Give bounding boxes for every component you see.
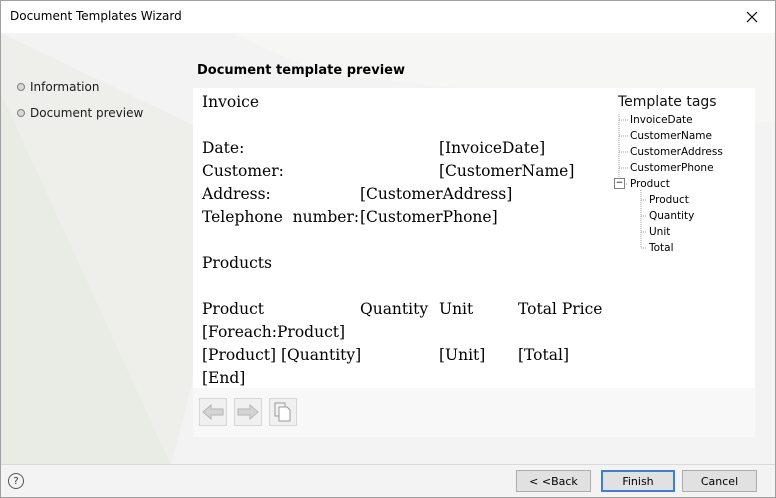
- doc-heading: Invoice: [202, 93, 260, 111]
- step-information[interactable]: Information: [17, 74, 143, 100]
- field-tag: [CustomerName]: [439, 162, 575, 180]
- row-cell: [Total]: [518, 346, 569, 364]
- copy-button[interactable]: [269, 398, 297, 426]
- arrow-right-icon: [237, 404, 259, 420]
- footer-separator: [1, 464, 775, 465]
- tag-child[interactable]: Total: [649, 242, 674, 254]
- tag-item[interactable]: CustomerAddress: [630, 146, 723, 158]
- back-button[interactable]: < <Back: [516, 470, 591, 492]
- copy-icon: [274, 402, 291, 422]
- tag-child[interactable]: Quantity: [649, 210, 694, 222]
- title-bar: Document Templates Wizard: [1, 1, 775, 33]
- foreach-tag: [Foreach:Product]: [202, 323, 346, 341]
- next-page-button[interactable]: [234, 398, 262, 426]
- help-button[interactable]: ?: [8, 473, 24, 489]
- help-icon: ?: [13, 475, 19, 487]
- row-cell: [Quantity]: [281, 346, 362, 364]
- close-icon: [746, 11, 758, 23]
- column-header: Total Price: [518, 300, 603, 318]
- step-label: Information: [30, 80, 100, 94]
- tag-item[interactable]: CustomerName: [630, 130, 712, 142]
- finish-button[interactable]: Finish: [601, 470, 675, 492]
- step-document-preview[interactable]: Document preview: [17, 100, 143, 126]
- preview-panel: Invoice Date: [InvoiceDate] Customer: [C…: [193, 88, 755, 437]
- field-label: Address:: [202, 185, 271, 203]
- document-content: Invoice Date: [InvoiceDate] Customer: [C…: [202, 91, 609, 388]
- step-bullet-icon: [17, 109, 25, 117]
- products-heading: Products: [202, 254, 272, 272]
- document-preview: Invoice Date: [InvoiceDate] Customer: [C…: [193, 88, 609, 388]
- step-label: Document preview: [30, 106, 144, 120]
- end-tag: [End]: [202, 369, 246, 387]
- field-label: Date:: [202, 139, 245, 157]
- tag-child[interactable]: Product: [649, 194, 689, 206]
- arrow-left-icon: [202, 404, 224, 420]
- column-header: Unit: [439, 300, 474, 318]
- tag-item[interactable]: InvoiceDate: [630, 114, 693, 126]
- field-tag: [CustomerPhone]: [360, 208, 498, 226]
- wizard-window: Document Templates Wizard Information Do…: [0, 0, 776, 498]
- row-cell: [Product]: [202, 346, 277, 364]
- column-header: Quantity: [360, 300, 429, 318]
- previous-page-button[interactable]: [199, 398, 227, 426]
- field-label: Telephone number:: [202, 208, 360, 226]
- step-bullet-icon: [17, 83, 25, 91]
- cancel-button[interactable]: Cancel: [682, 470, 757, 492]
- field-tag: [InvoiceDate]: [439, 139, 546, 157]
- tag-group[interactable]: Product: [630, 178, 670, 190]
- template-tags-panel: Template tags InvoiceDate CustomerName C…: [609, 88, 755, 388]
- field-label: Customer:: [202, 162, 284, 180]
- window-title: Document Templates Wizard: [10, 9, 182, 23]
- close-button[interactable]: [729, 1, 775, 33]
- tag-item[interactable]: CustomerPhone: [630, 162, 714, 174]
- column-header: Product: [202, 300, 264, 318]
- collapse-toggle-icon[interactable]: −: [614, 178, 625, 189]
- section-title: Document template preview: [197, 63, 405, 78]
- row-cell: [Unit]: [439, 346, 486, 364]
- field-tag: [CustomerAddress]: [360, 185, 513, 203]
- tags-title: Template tags: [618, 94, 717, 110]
- wizard-steps: Information Document preview: [17, 74, 143, 126]
- tag-child[interactable]: Unit: [649, 226, 670, 238]
